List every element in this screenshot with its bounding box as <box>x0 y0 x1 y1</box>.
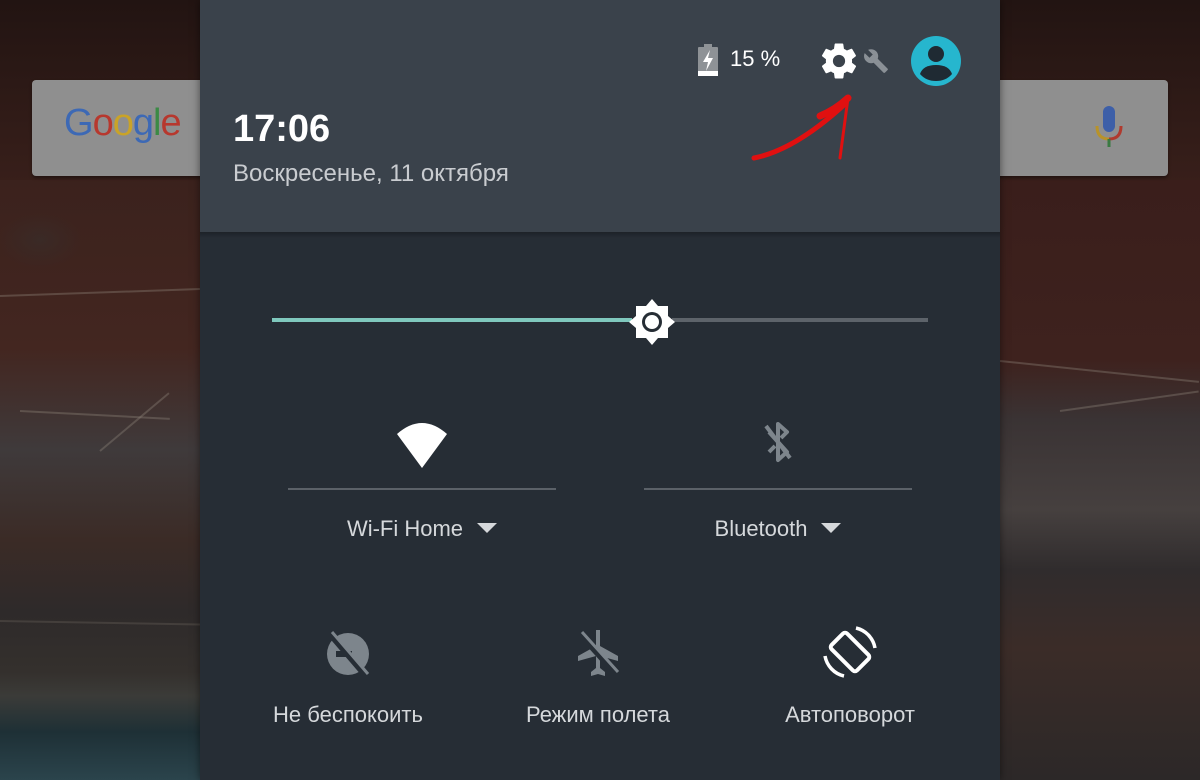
clock-time[interactable]: 17:06 <box>233 108 330 151</box>
airplane-mode-label: Режим полета <box>525 702 670 727</box>
tile-divider <box>288 488 556 490</box>
account-circle-icon <box>920 46 952 81</box>
wifi-dropdown[interactable]: Wi-Fi Home <box>288 516 556 542</box>
microphone-icon[interactable] <box>1094 106 1124 150</box>
bluetooth-label: Bluetooth <box>714 516 808 541</box>
tile-wifi[interactable]: Wi-Fi Home <box>288 400 556 560</box>
chevron-down-icon <box>477 523 498 534</box>
tile-do-not-disturb[interactable]: Не беспокоить <box>228 620 468 740</box>
tile-auto-rotate[interactable]: Автоповорот <box>730 620 970 740</box>
brightness-thumb-sun-icon[interactable] <box>626 296 678 348</box>
tile-airplane-mode[interactable]: Режим полета <box>478 620 718 740</box>
quick-settings-header: 15 % 17:06 Воскресенье, 11 октября <box>200 0 1000 232</box>
brightness-slider[interactable] <box>272 296 928 345</box>
user-avatar-button[interactable] <box>911 36 961 86</box>
bluetooth-disabled-icon[interactable] <box>750 414 806 470</box>
wifi-label: Wi-Fi Home <box>346 516 464 541</box>
wifi-icon[interactable] <box>394 414 450 470</box>
date-label[interactable]: Воскресенье, 11 октября <box>233 160 509 188</box>
auto-rotate-label: Автоповорот <box>785 702 915 727</box>
wallpaper-right <box>999 180 1200 780</box>
brightness-track-rest <box>672 318 928 322</box>
battery-charging-icon <box>698 44 718 76</box>
do-not-disturb-label: Не беспокоить <box>273 702 423 727</box>
wallpaper-left <box>0 180 200 780</box>
battery-percentage: 15 % <box>730 46 781 71</box>
do-not-disturb-off-icon[interactable] <box>320 624 376 680</box>
brightness-track-fill <box>272 318 632 322</box>
wrench-icon <box>864 49 888 73</box>
header-shadow <box>200 232 1000 238</box>
settings-button[interactable] <box>818 40 860 82</box>
tile-bluetooth[interactable]: Bluetooth <box>644 400 912 560</box>
airplane-off-icon[interactable] <box>570 624 626 680</box>
quick-settings-panel: 15 % 17:06 Воскресенье, 11 октября Wi-Fi… <box>200 0 1000 780</box>
annotation-arrow <box>751 94 852 161</box>
bluetooth-dropdown[interactable]: Bluetooth <box>644 516 912 542</box>
chevron-down-icon <box>821 523 842 534</box>
google-logo: Google <box>64 102 182 144</box>
tile-divider <box>644 488 912 490</box>
screen-rotation-icon[interactable] <box>822 624 878 680</box>
